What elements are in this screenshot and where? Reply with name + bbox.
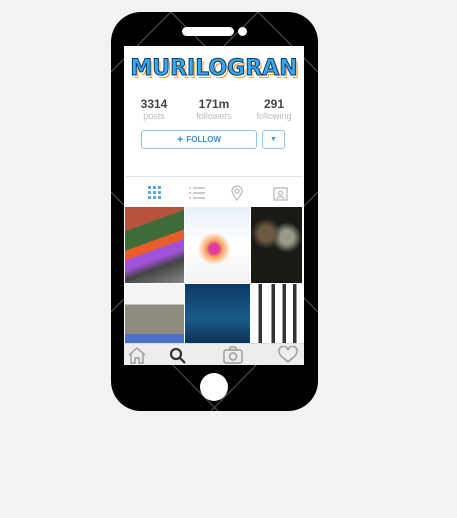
search-icon[interactable] [168, 346, 188, 364]
tagged-person-icon[interactable] [270, 184, 290, 202]
stat-followers[interactable]: 171m followers [184, 97, 244, 121]
divider [126, 176, 302, 177]
photo-thumbnail[interactable] [125, 207, 184, 283]
list-icon[interactable] [187, 184, 207, 202]
follow-label: FOLLOW [186, 135, 222, 144]
photo-thumbnail[interactable] [185, 284, 250, 343]
photo-grid [125, 207, 302, 343]
stat-label: posts [143, 111, 165, 121]
photo-thumbnail[interactable] [185, 207, 250, 283]
photo-thumbnail[interactable] [251, 284, 302, 343]
stat-following[interactable]: 291 following [244, 97, 304, 121]
caret-down-icon: ▼ [270, 136, 277, 143]
stat-posts: 3314 posts [124, 97, 184, 121]
username-logo: MURILOGRAN [130, 56, 298, 82]
heart-icon[interactable] [278, 345, 298, 364]
speaker [182, 27, 234, 36]
stat-label: following [256, 111, 292, 121]
front-camera [238, 27, 247, 36]
stat-label: followers [196, 111, 232, 121]
grid-icon[interactable] [145, 184, 165, 202]
camera-icon[interactable] [223, 346, 243, 364]
photo-thumbnail[interactable] [251, 207, 302, 283]
home-button[interactable] [200, 373, 228, 401]
location-pin-icon[interactable] [227, 184, 247, 202]
plus-icon: + [176, 133, 184, 146]
bottom-nav [124, 343, 304, 365]
stat-value: 291 [263, 97, 285, 111]
stat-value: 171m [198, 97, 230, 111]
home-icon[interactable] [127, 346, 147, 364]
screen: MURILOGRAN 3314 posts 171m followers 291 fo… [124, 46, 304, 365]
follow-button[interactable]: + FOLLOW [141, 130, 257, 149]
stat-value: 3314 [140, 97, 168, 111]
phone-frame: MURILOGRAN 3314 posts 171m followers 291 fo… [111, 12, 318, 411]
dropdown-button[interactable]: ▼ [262, 130, 285, 149]
photo-thumbnail[interactable] [125, 284, 184, 343]
